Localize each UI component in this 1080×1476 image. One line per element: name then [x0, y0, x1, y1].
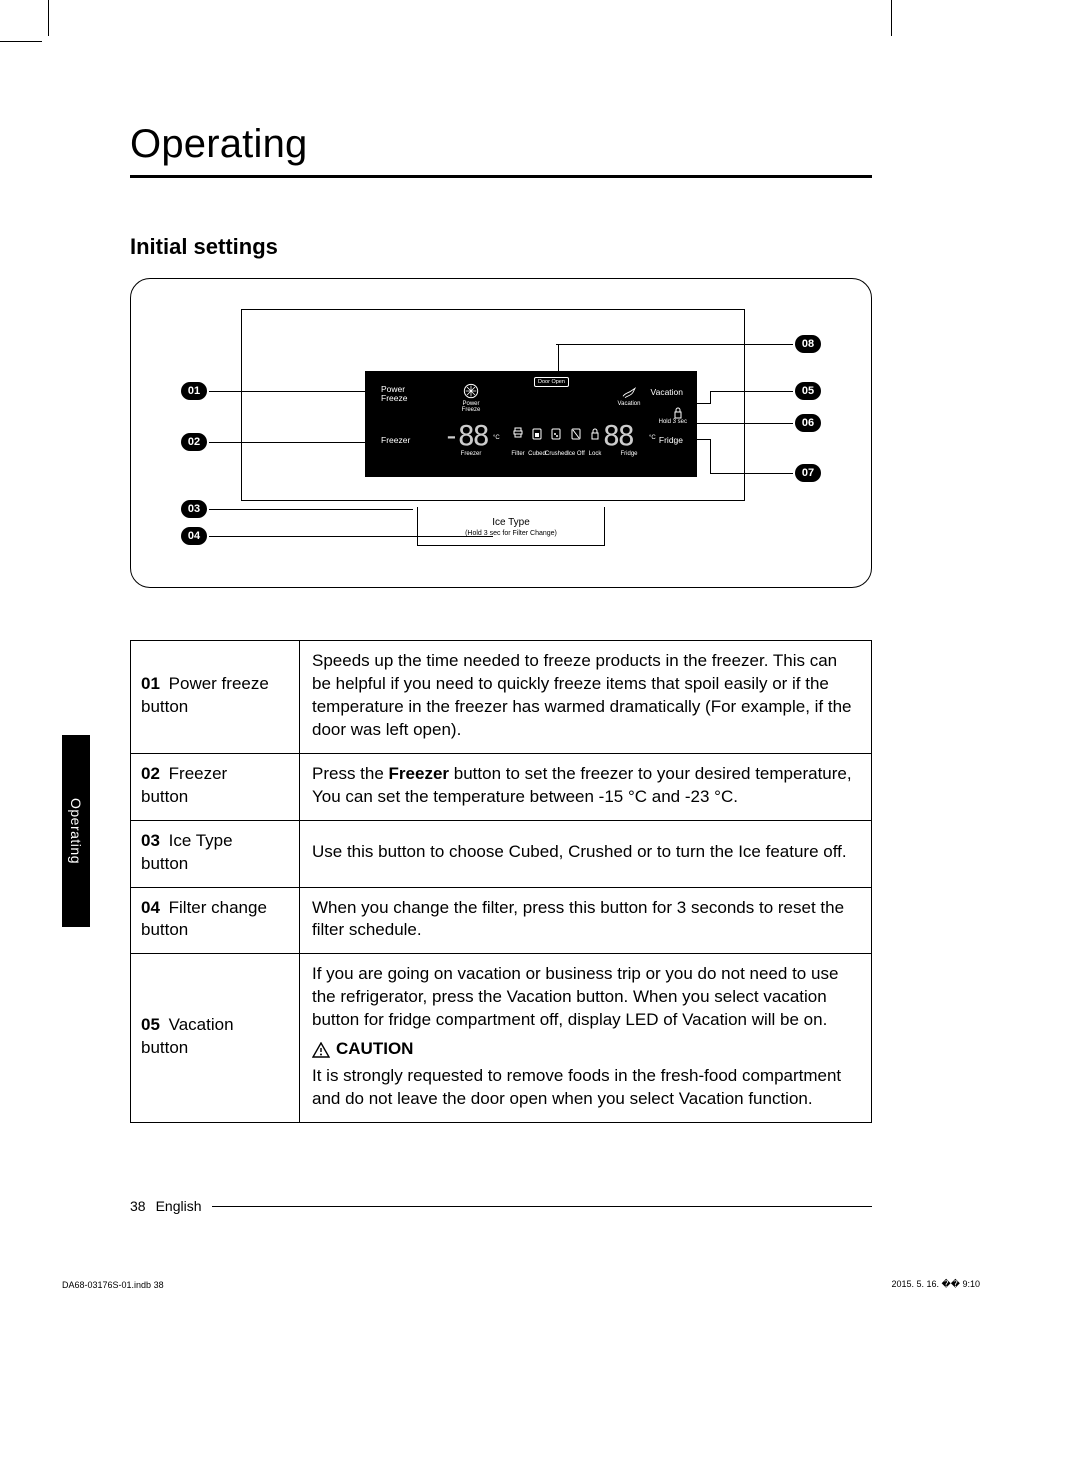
row-label-cell: 01 Power freezebutton [131, 641, 300, 754]
leader-dot [374, 439, 379, 444]
callout-07: 07 [795, 464, 821, 482]
freezer-button-label: Freezer [381, 435, 410, 445]
power-freeze-underlabel: Power Freeze [453, 401, 489, 413]
freezer-temp-display: -88 [443, 419, 488, 452]
page-footer: 38 English [130, 1198, 202, 1214]
row-number: 04 [141, 898, 160, 917]
row-number: 03 [141, 831, 160, 850]
iceoff-underlabel: Ice Off [565, 451, 587, 457]
control-panel-diagram: PowerFreeze Power Freeze Door Open Vacat… [130, 278, 872, 588]
row-description-cell: If you are going on vacation or business… [300, 954, 872, 1123]
callout-08: 08 [795, 335, 821, 353]
page-number: 38 [130, 1198, 146, 1214]
leader-line [695, 439, 711, 440]
crop-mark [891, 0, 892, 36]
row-description: Press the Freezer button to set the free… [312, 764, 852, 806]
crushed-underlabel: Crushed [545, 451, 567, 457]
unit-c-left: °C [493, 435, 500, 441]
callout-03: 03 [181, 500, 207, 518]
caution-heading: CAUTION [312, 1038, 413, 1061]
unit-c-right: °C [649, 435, 656, 441]
cubed-underlabel: Cubed [527, 451, 547, 457]
leader-line [556, 344, 793, 345]
table-row: 03 Ice Typebutton Use this button to choo… [131, 820, 872, 887]
crop-mark [0, 41, 42, 42]
door-open-indicator: Door Open [534, 377, 569, 387]
leader-line [711, 473, 793, 474]
crop-mark [48, 0, 49, 36]
callout-02: 02 [181, 433, 207, 451]
side-tab-operating: Operating [62, 735, 90, 927]
vacation-button-label: Vacation [651, 387, 683, 397]
row-number: 02 [141, 764, 160, 783]
callout-06: 06 [795, 414, 821, 432]
leader-line [209, 536, 493, 537]
row-description: Speeds up the time needed to freeze prod… [312, 651, 852, 739]
leader-line [710, 391, 711, 403]
freezer-underlabel: Freezer [459, 451, 483, 457]
print-mark-right: 2015. 5. 16. �� 9:10 [891, 1279, 980, 1290]
table-row: 04 Filter changebutton When you change th… [131, 887, 872, 954]
row-label-cell: 02 Freezerbutton [131, 753, 300, 820]
leader-line [209, 509, 413, 510]
filter-underlabel: Filter [509, 451, 527, 457]
row-description: Use this button to choose Cubed, Crushed… [312, 842, 847, 861]
vacation-icon [621, 383, 637, 399]
row-label-cell: 05 Vacationbutton [131, 954, 300, 1123]
lock-underlabel: Lock [586, 451, 604, 457]
table-row: 02 Freezerbutton Press the Freezer button… [131, 753, 872, 820]
caution-icon [312, 1042, 330, 1058]
callout-05: 05 [795, 382, 821, 400]
hold-lock-icon [673, 407, 683, 419]
ice-type-label-box: Ice Type (Hold 3 sec for Filter Change) [417, 507, 605, 546]
footer-rule [212, 1206, 872, 1207]
row-description: If you are going on vacation or business… [312, 964, 838, 1029]
row-description-cell: Press the Freezer button to set the free… [300, 753, 872, 820]
leader-line [209, 442, 375, 443]
fridge-button-label: Fridge [659, 435, 683, 445]
title-rule [130, 175, 872, 178]
hold3sec-label: Hold 3 sec [659, 419, 687, 425]
leader-line [710, 439, 711, 474]
filter-icon [512, 427, 524, 441]
leader-line [695, 403, 711, 404]
row-number: 05 [141, 1015, 160, 1034]
page-title: Operating [130, 122, 872, 167]
row-label-cell: 04 Filter changebutton [131, 887, 300, 954]
power-freeze-button-label: PowerFreeze [381, 385, 407, 402]
caution-label: CAUTION [336, 1038, 413, 1061]
leader-dot [374, 388, 379, 393]
leader-line [209, 391, 375, 392]
snowflake-icon [463, 383, 479, 399]
cubed-icon [531, 427, 543, 441]
content-area: Operating Initial settings PowerFreeze P… [130, 122, 872, 1123]
caution-text: It is strongly requested to remove foods… [312, 1065, 859, 1111]
control-panel: PowerFreeze Power Freeze Door Open Vacat… [365, 371, 697, 477]
iceoff-icon [570, 427, 582, 441]
crushed-icon [550, 427, 562, 441]
row-label-cell: 03 Ice Typebutton [131, 820, 300, 887]
page-language: English [156, 1198, 202, 1214]
ice-type-title: Ice Type [418, 517, 604, 528]
table-row: 05 VacationbuttonIf you are going on vac… [131, 954, 872, 1123]
callout-01: 01 [181, 382, 207, 400]
row-description-cell: When you change the filter, press this b… [300, 887, 872, 954]
lock-icon [589, 427, 601, 441]
leader-line [711, 391, 793, 392]
print-mark-left: DA68-03176S-01.indb 38 [62, 1280, 164, 1290]
leader-line [691, 423, 793, 424]
row-description: When you change the filter, press this b… [312, 898, 844, 940]
row-description-cell: Speeds up the time needed to freeze prod… [300, 641, 872, 754]
row-description-cell: Use this button to choose Cubed, Crushed… [300, 820, 872, 887]
table-row: 01 Power freezebuttonSpeeds up the time … [131, 641, 872, 754]
row-number: 01 [141, 674, 160, 693]
section-heading: Initial settings [130, 234, 872, 260]
fridge-underlabel: Fridge [617, 451, 641, 457]
callout-04: 04 [181, 527, 207, 545]
page: Operating Operating Initial settings Pow… [0, 0, 1080, 1476]
leader-line [558, 344, 559, 377]
fridge-temp-display: 88 [603, 419, 633, 452]
settings-description-table: 01 Power freezebuttonSpeeds up the time … [130, 640, 872, 1123]
vacation-underlabel: Vacation [613, 401, 645, 407]
